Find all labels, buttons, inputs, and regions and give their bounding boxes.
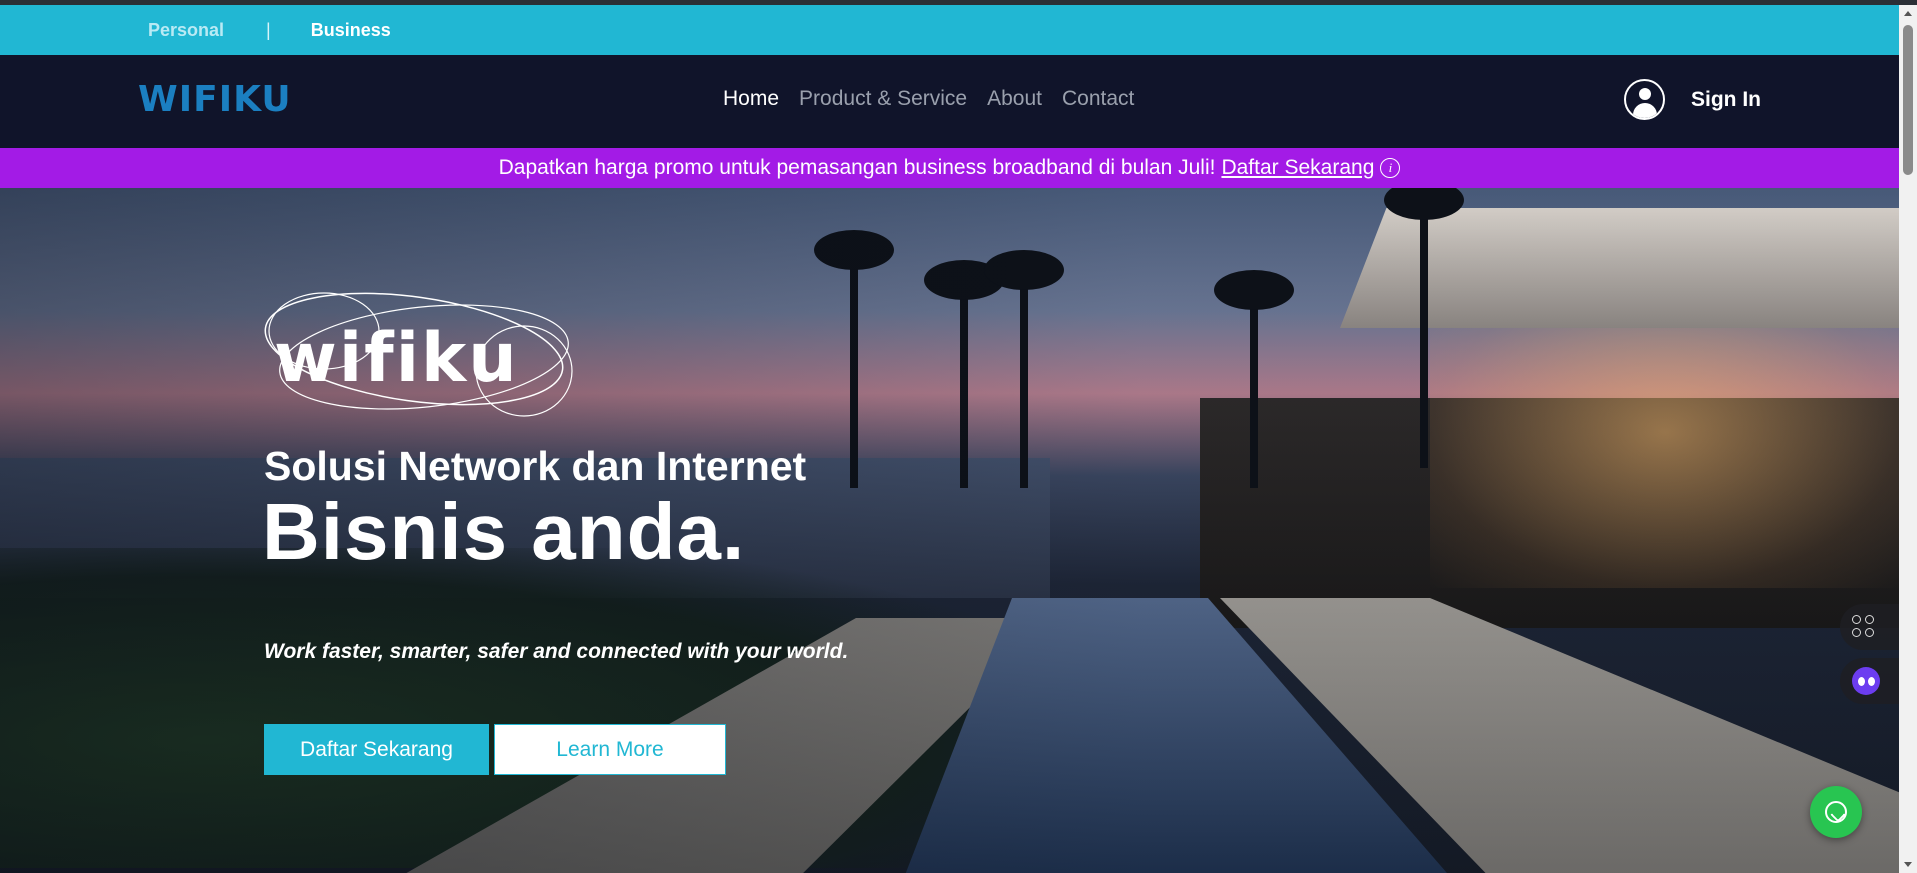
segment-business-link[interactable]: Business <box>311 20 391 41</box>
apps-widget[interactable] <box>1840 604 1899 650</box>
scrollbar-thumb[interactable] <box>1903 25 1913 175</box>
nav-about[interactable]: About <box>987 87 1042 111</box>
promo-banner: Dapatkan harga promo untuk pemasangan bu… <box>0 148 1899 188</box>
info-circle-icon[interactable]: i <box>1380 158 1401 178</box>
user-icon-body <box>1633 103 1657 118</box>
wifiku-logo[interactable]: WIFIKU <box>138 79 292 120</box>
promo-register-link[interactable]: Daftar Sekarang <box>1221 156 1374 180</box>
learn-more-button[interactable]: Learn More <box>494 724 726 775</box>
hero-logo-wordmark: wifiku <box>274 319 519 398</box>
hero-title: Bisnis anda. <box>262 487 746 576</box>
hero-tagline: Work faster, smarter, safer and connecte… <box>264 640 849 663</box>
scroll-up-arrow-icon[interactable] <box>1904 11 1912 16</box>
segment-divider: | <box>266 19 271 40</box>
main-navbar: WIFIKU Home Product & Service About Cont… <box>0 55 1899 148</box>
whatsapp-icon <box>1825 801 1847 823</box>
nav-links: Home Product & Service About Contact <box>723 87 1134 111</box>
user-icon-head <box>1639 88 1651 100</box>
chat-bot-widget[interactable] <box>1840 658 1899 704</box>
hero-wifiku-logo: wifiku <box>264 291 577 421</box>
whatsapp-button[interactable] <box>1810 786 1862 838</box>
scroll-down-arrow-icon[interactable] <box>1904 862 1912 867</box>
segment-bar: Personal | Business <box>0 5 1899 55</box>
chat-bot-icon <box>1852 667 1880 695</box>
sign-in-link[interactable]: Sign In <box>1691 88 1761 112</box>
apps-grid-icon <box>1852 615 1876 639</box>
account-area: Sign In <box>1624 79 1761 120</box>
segment-personal-link[interactable]: Personal <box>148 20 224 41</box>
promo-text: Dapatkan harga promo untuk pemasangan bu… <box>498 156 1216 179</box>
hero-subtitle: Solusi Network dan Internet <box>264 443 807 489</box>
nav-product-service[interactable]: Product & Service <box>799 87 967 111</box>
nav-home[interactable]: Home <box>723 87 779 111</box>
hero-section: wifiku Solusi Network dan Internet Bisni… <box>0 188 1899 873</box>
register-now-button[interactable]: Daftar Sekarang <box>264 724 489 775</box>
user-circle-icon[interactable] <box>1624 79 1665 120</box>
nav-contact[interactable]: Contact <box>1062 87 1134 111</box>
page-scrollbar[interactable] <box>1899 5 1917 873</box>
